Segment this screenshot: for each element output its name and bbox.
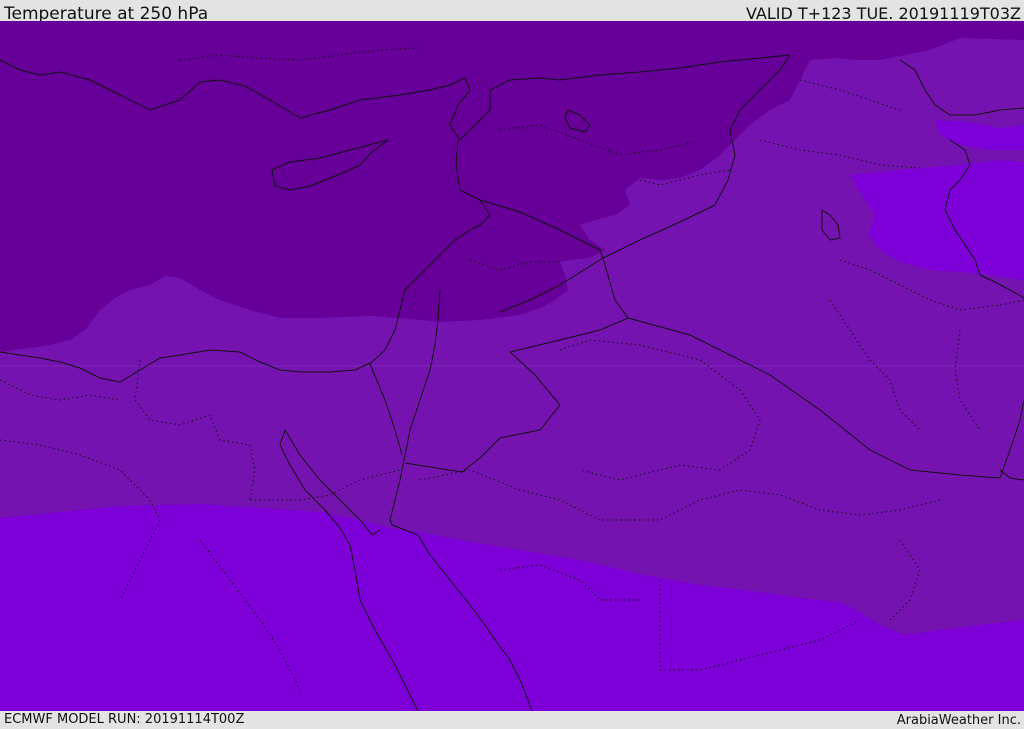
model-run: ECMWF MODEL RUN: 20191114T00Z [4,712,245,727]
credit: ArabiaWeather Inc. [896,713,1021,728]
temperature-map [0,21,1024,711]
